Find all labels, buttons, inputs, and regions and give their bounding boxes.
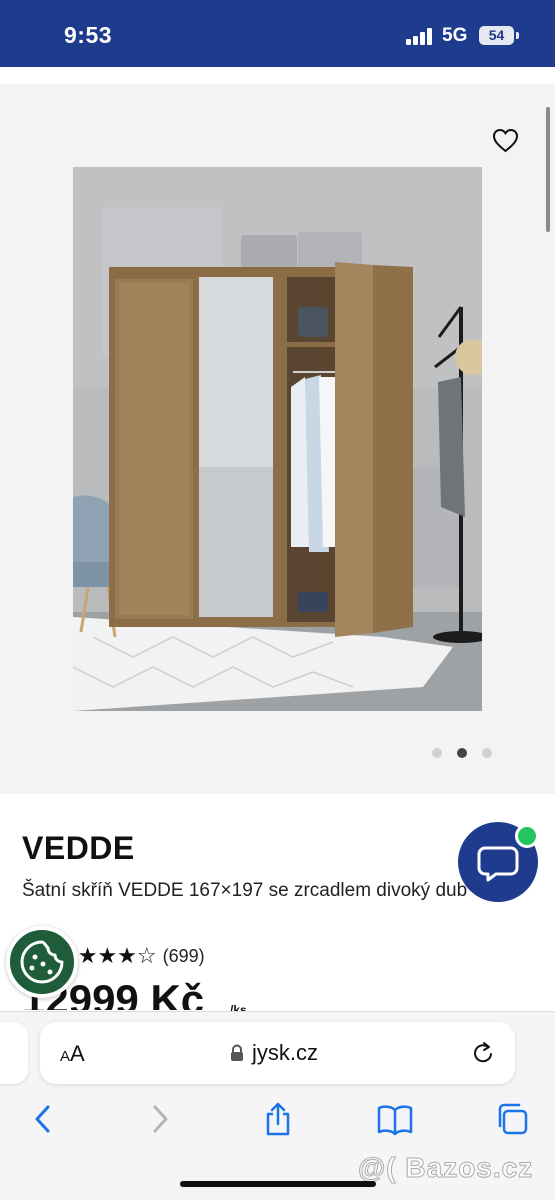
battery-cap — [516, 32, 519, 39]
back-icon[interactable] — [32, 1102, 52, 1136]
forward-icon[interactable] — [151, 1102, 171, 1136]
home-indicator[interactable] — [180, 1181, 376, 1187]
text-size-button[interactable]: AA — [60, 1041, 85, 1067]
page-scrollbar[interactable] — [546, 107, 550, 232]
lock-icon — [231, 1044, 243, 1061]
share-icon[interactable] — [263, 1102, 293, 1136]
gallery-dot[interactable] — [482, 748, 492, 758]
product-rating[interactable]: ★★★★☆ (699) — [58, 943, 205, 969]
watermark: @( Bazos.cz — [357, 1152, 534, 1184]
product-image[interactable] — [73, 167, 482, 711]
product-description: Šatní skříň VEDDE 167×197 se zrcadlem di… — [22, 880, 468, 901]
status-time: 9:53 — [64, 22, 113, 48]
cookie-icon — [20, 940, 64, 984]
url-text[interactable]: jysk.cz — [252, 1040, 318, 1066]
product-name: VEDDE — [22, 830, 135, 866]
gallery-dot[interactable] — [432, 748, 442, 758]
signal-strength-icon — [406, 28, 434, 45]
battery-icon: 54 — [479, 26, 514, 45]
heart-outline-icon[interactable] — [492, 128, 519, 153]
cookie-settings-button[interactable] — [6, 926, 78, 998]
bookmarks-icon[interactable] — [377, 1102, 413, 1136]
gallery-dot-active[interactable] — [457, 748, 467, 758]
price-unit: /ks — [230, 1003, 247, 1011]
chat-online-indicator — [515, 824, 539, 848]
status-bar: 9:53 5G 54 — [0, 0, 555, 67]
tabs-icon[interactable] — [495, 1102, 529, 1136]
previous-tab-preview[interactable] — [0, 1022, 28, 1084]
review-count[interactable]: (699) — [163, 946, 205, 967]
reload-icon[interactable] — [471, 1040, 495, 1066]
network-label: 5G — [442, 25, 468, 46]
